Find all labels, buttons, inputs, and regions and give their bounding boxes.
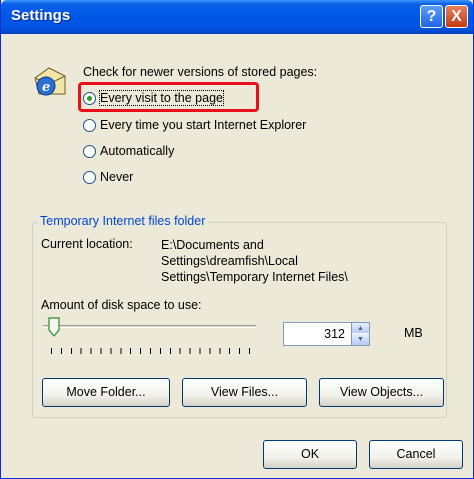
radio-button[interactable] xyxy=(83,144,96,158)
group-label: Temporary Internet files folder xyxy=(37,214,209,228)
check-heading: Check for newer versions of stored pages… xyxy=(83,65,318,79)
current-location-label: Current location: xyxy=(41,237,133,251)
radio-button[interactable] xyxy=(83,170,96,184)
move-folder-button[interactable]: Move Folder... xyxy=(42,378,170,407)
dialog-title: Settings xyxy=(11,7,71,24)
radio-never[interactable]: Never xyxy=(83,168,133,186)
disk-space-input[interactable]: 312 xyxy=(283,322,352,346)
unit-label: MB xyxy=(404,326,423,340)
cancel-button[interactable]: Cancel xyxy=(369,440,463,469)
slider-ticks xyxy=(51,348,251,354)
location-line: Settings\dreamfish\Local xyxy=(161,254,298,268)
help-button[interactable]: ? xyxy=(420,5,443,28)
radio-automatically[interactable]: Automatically xyxy=(83,142,174,160)
radio-every-start[interactable]: Every time you start Internet Explorer xyxy=(83,116,306,134)
radio-label: Every time you start Internet Explorer xyxy=(100,118,307,132)
current-location-value: E:\Documents and Settings\dreamfish\Loca… xyxy=(161,237,348,285)
view-files-button[interactable]: View Files... xyxy=(182,378,307,407)
svg-text:e: e xyxy=(42,80,50,95)
slider-thumb[interactable] xyxy=(48,317,60,337)
title-bar[interactable]: Settings ? X xyxy=(1,0,473,34)
spin-down-icon[interactable]: ▼ xyxy=(352,334,369,345)
close-button[interactable]: X xyxy=(445,5,468,28)
help-icon: ? xyxy=(426,8,437,25)
radio-button[interactable] xyxy=(83,118,96,132)
radio-label: Automatically xyxy=(100,144,175,158)
location-line: Settings\Temporary Internet Files\ xyxy=(161,270,348,284)
ok-button[interactable]: OK xyxy=(263,440,357,469)
internet-explorer-icon: e xyxy=(34,67,66,96)
location-line: E:\Documents and xyxy=(161,238,264,252)
spin-up-icon[interactable]: ▲ xyxy=(352,323,369,334)
disk-space-label: Amount of disk space to use: xyxy=(41,298,202,312)
radio-label: Never xyxy=(100,170,134,184)
close-icon: X xyxy=(451,8,462,25)
highlight-box xyxy=(78,82,259,112)
view-objects-button[interactable]: View Objects... xyxy=(319,378,444,407)
disk-space-slider-track[interactable] xyxy=(43,325,256,328)
settings-dialog: Settings ? X e Check for newer versions … xyxy=(0,0,474,479)
disk-space-spinner[interactable]: ▲ ▼ xyxy=(352,322,370,346)
